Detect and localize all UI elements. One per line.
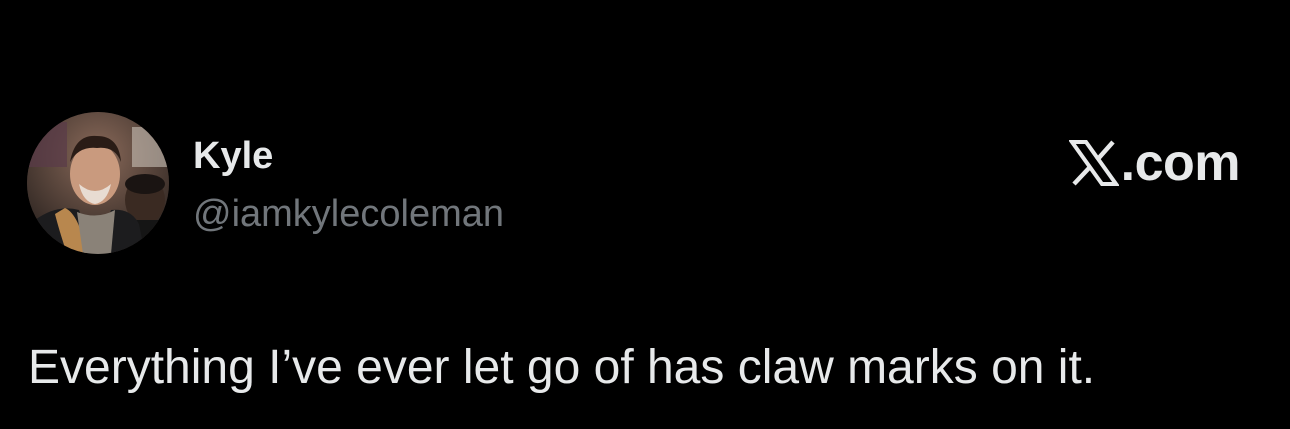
brand-domain-text: .com xyxy=(1120,134,1241,192)
display-name[interactable]: Kyle xyxy=(193,134,273,178)
brand-watermark: .com xyxy=(1068,134,1241,192)
x-logo-icon xyxy=(1068,140,1119,186)
avatar[interactable] xyxy=(27,112,169,254)
user-handle[interactable]: @iamkylecoleman xyxy=(193,192,504,236)
tweet-card: Kyle @iamkylecoleman .com Everything I’v… xyxy=(0,0,1290,429)
avatar-image xyxy=(27,112,169,254)
tweet-text: Everything I’ve ever let go of has claw … xyxy=(28,341,1096,394)
